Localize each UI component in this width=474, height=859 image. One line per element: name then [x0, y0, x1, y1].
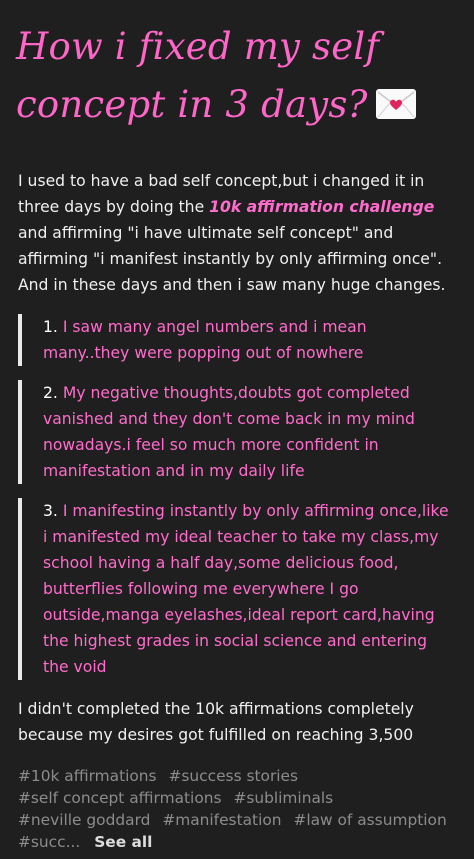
quote-number: 3.	[43, 502, 58, 520]
post-title-line-2: concept in 3 days?	[16, 76, 456, 134]
outro-paragraph: I didn't completed the 10k affirmations …	[18, 700, 414, 744]
post-title-line-2-text: concept in 3 days?	[16, 83, 368, 126]
post-content: How i fixed my self concept in 3 days? I…	[0, 0, 474, 859]
tag-link[interactable]: #neville goddard	[18, 811, 150, 829]
quote-number: 1.	[43, 318, 58, 336]
tag-link[interactable]: #10k affirmations	[18, 767, 157, 785]
challenge-highlight: 10k affirmation challenge	[209, 198, 435, 216]
tag-link-truncated[interactable]: #succ...	[18, 833, 80, 851]
tag-link[interactable]: #self concept affirmations	[18, 789, 222, 807]
post-title: How i fixed my self concept in 3 days?	[16, 18, 456, 134]
tag-link[interactable]: #subliminals	[233, 789, 333, 807]
see-all-tags-button[interactable]: See all	[94, 833, 152, 851]
love-letter-icon	[375, 89, 416, 119]
tag-list: #10k affirmations #success stories #self…	[18, 765, 458, 853]
tag-link[interactable]: #manifestation	[162, 811, 281, 829]
intro-paragraph: I used to have a bad self concept,but i …	[18, 168, 458, 298]
quote-text: I saw many angel numbers and i mean many…	[43, 318, 367, 362]
quote-block-1: 1. I saw many angel numbers and i mean m…	[18, 314, 458, 366]
quote-text: My negative thoughts,doubts got complete…	[43, 384, 415, 480]
quote-block-3: 3. I manifesting instantly by only affir…	[18, 498, 458, 680]
tag-link[interactable]: #success stories	[168, 767, 298, 785]
intro-text-end: and affirming "i have ultimate self conc…	[18, 224, 446, 294]
quote-block-2: 2. My negative thoughts,doubts got compl…	[18, 380, 458, 484]
tag-link[interactable]: #law of assumption	[293, 811, 446, 829]
quote-number: 2.	[43, 384, 58, 402]
quote-text: I manifesting instantly by only affirmin…	[43, 502, 449, 676]
post-title-line-1: How i fixed my self	[16, 25, 380, 68]
